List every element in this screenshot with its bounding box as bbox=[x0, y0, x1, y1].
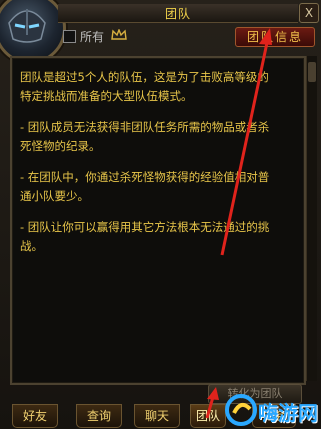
annotation-arrows bbox=[205, 28, 272, 419]
red-arrow-top bbox=[220, 28, 272, 256]
watermark-text: 嗨游网 bbox=[258, 401, 318, 425]
watermark-logo: 嗨游网 bbox=[224, 389, 320, 429]
watermark-swirl-icon bbox=[225, 394, 257, 426]
red-arrow-bottom bbox=[205, 387, 219, 419]
raid-window: 团队 X 所有 团队信息 团队是超过5个人的队伍，这是为了击败高等级的特定挑战而… bbox=[0, 0, 321, 429]
